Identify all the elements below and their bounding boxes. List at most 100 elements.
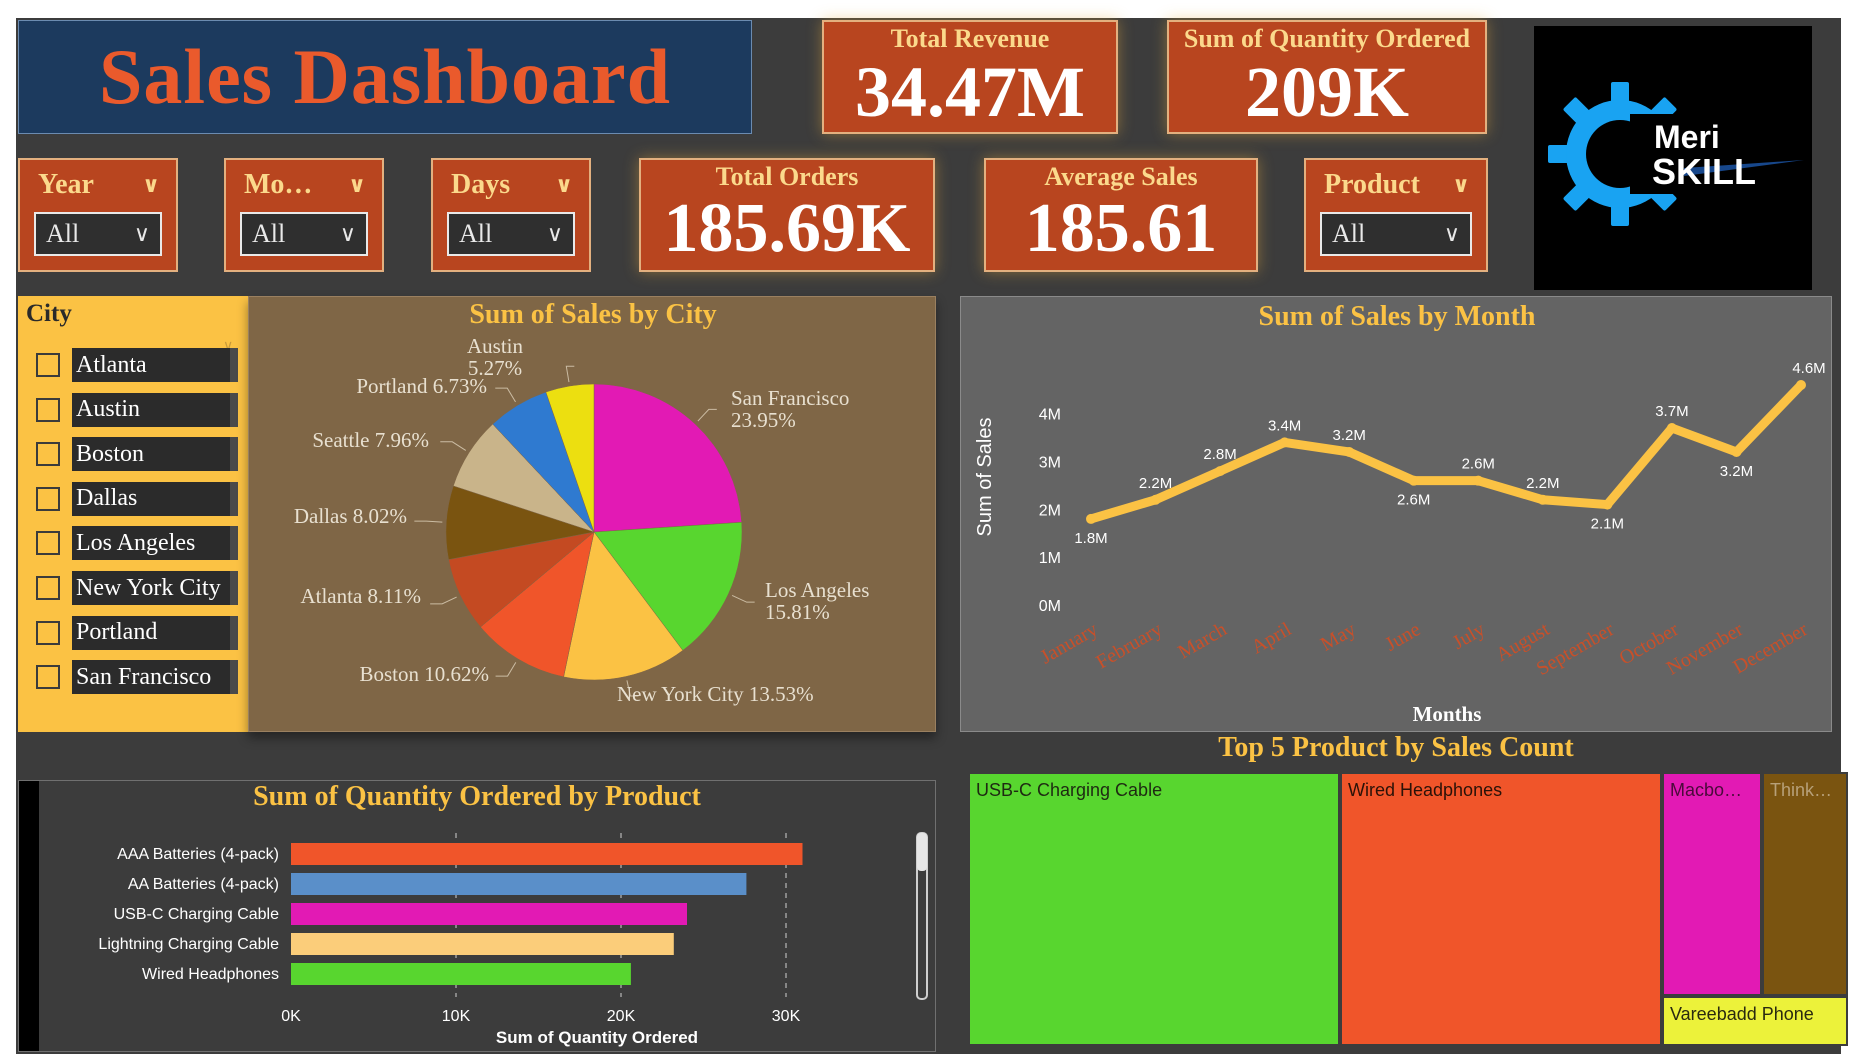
checkbox[interactable] (36, 620, 60, 645)
pie-slice[interactable] (593, 383, 742, 533)
city-option[interactable]: Boston (36, 437, 238, 472)
scrollbar-thumb[interactable] (917, 833, 927, 871)
kpi-value: 185.69K (663, 190, 911, 267)
checkbox[interactable] (36, 442, 60, 467)
treemap-cell[interactable]: Wired Headphones (1340, 772, 1662, 1046)
pie-label-value: 8.02% (353, 504, 407, 528)
treemap-cell[interactable]: Macbo… (1662, 772, 1762, 996)
bar[interactable] (291, 963, 631, 985)
leader-line (440, 441, 467, 451)
checkbox[interactable] (36, 353, 60, 377)
line-point[interactable] (1796, 380, 1806, 390)
year-dropdown[interactable]: All ∨ (34, 212, 162, 256)
city-option[interactable]: Los Angeles (36, 526, 238, 561)
pie-label: Atlanta 8.11% (300, 584, 421, 608)
leader-line (697, 408, 717, 422)
city-option[interactable]: San Francisco (36, 660, 238, 695)
leader-line (430, 596, 457, 605)
kpi-quantity-ordered: Sum of Quantity Ordered 209K (1167, 20, 1487, 134)
checkbox[interactable] (36, 531, 60, 556)
chevron-down-icon[interactable]: ∨ (555, 173, 573, 198)
x-tick-label: March (1174, 618, 1230, 663)
pie-label-name: Dallas (294, 504, 353, 528)
top-products-treemap: USB-C Charging Cable Wired Headphones Macb… (968, 772, 1848, 1046)
logo-line-1: Meri (1654, 119, 1720, 155)
sales-by-city-chart: Sum of Sales by City San Francisco23.95%… (294, 299, 870, 706)
filter-label: Mo… (244, 169, 313, 200)
leader-line (495, 387, 516, 403)
checkbox[interactable] (36, 576, 60, 600)
chevron-down-icon: ∨ (546, 221, 563, 247)
chart-title: Sum of Sales by City (469, 299, 716, 330)
treemap-cell[interactable]: USB-C Charging Cable (968, 772, 1340, 1046)
data-label: 3.2M (1720, 463, 1753, 480)
y-tick-label: Lightning Charging Cable (98, 936, 279, 953)
pie-label-name: Atlanta (300, 584, 367, 608)
filter-days[interactable]: Days ∨ All ∨ (431, 158, 591, 272)
dropdown-value: All (252, 219, 286, 248)
x-tick-label: 0K (281, 1008, 301, 1025)
line-point[interactable] (1408, 475, 1419, 486)
chevron-down-icon[interactable]: ∨ (142, 173, 160, 198)
kpi-label: Total Revenue (890, 24, 1050, 53)
city-option-label: Boston (72, 437, 238, 472)
bar[interactable] (291, 873, 747, 895)
pie-label: San Francisco (731, 386, 849, 410)
checkbox[interactable] (36, 665, 60, 690)
pie-label-value: 10.62% (424, 662, 489, 686)
line-point[interactable] (1150, 494, 1161, 505)
leader-line (495, 662, 517, 677)
bar[interactable] (291, 933, 674, 955)
filter-product[interactable]: Product ∨ All ∨ (1304, 158, 1488, 272)
filter-label: Product (1324, 169, 1420, 200)
pie-label-value: 13.53% (749, 682, 814, 706)
treemap-cell[interactable]: Vareebadd Phone (1662, 996, 1848, 1046)
line-point[interactable] (1731, 446, 1742, 457)
kpi-label: Total Orders (715, 162, 859, 191)
line-point[interactable] (1344, 446, 1355, 457)
checkbox[interactable] (36, 397, 60, 422)
leader-line (731, 595, 755, 603)
x-tick-label: 30K (772, 1008, 801, 1025)
city-option[interactable]: New York City (36, 571, 238, 605)
month-dropdown[interactable]: All ∨ (240, 212, 368, 256)
filter-month[interactable]: Mo… ∨ All ∨ (224, 158, 384, 272)
y-tick-label: 3M (1039, 455, 1061, 472)
city-option[interactable]: Austin (36, 392, 238, 427)
checkbox[interactable] (36, 486, 60, 511)
line-point[interactable] (1666, 423, 1677, 434)
treemap-cell[interactable]: Think… (1762, 772, 1848, 996)
pie-label: Dallas 8.02% (294, 504, 407, 528)
y-tick-label: 4M (1039, 407, 1061, 424)
bar[interactable] (291, 903, 687, 925)
product-dropdown[interactable]: All ∨ (1320, 212, 1472, 256)
x-tick-label: December (1729, 618, 1811, 678)
dropdown-value: All (46, 219, 80, 248)
line-point[interactable] (1086, 513, 1096, 524)
bar[interactable] (291, 843, 803, 865)
days-dropdown[interactable]: All ∨ (447, 212, 575, 256)
chevron-down-icon: ∨ (339, 221, 356, 247)
pie-label: Los Angeles (765, 578, 869, 602)
city-option[interactable]: Atlanta (36, 348, 238, 382)
dropdown-value: All (459, 219, 493, 248)
data-label: 2.6M (1462, 456, 1495, 473)
chevron-down-icon[interactable]: ∨ (348, 173, 366, 198)
kpi-value: 185.61 (1024, 190, 1218, 267)
pie-label-name: Boston (359, 662, 424, 686)
line-point[interactable] (1215, 466, 1226, 477)
filter-year[interactable]: Year ∨ All ∨ (18, 158, 178, 272)
line-point[interactable] (1602, 499, 1613, 510)
city-option[interactable]: Portland (36, 615, 238, 650)
data-label: 4.6M (1792, 360, 1825, 377)
line-point[interactable] (1473, 475, 1484, 486)
line-point[interactable] (1279, 437, 1290, 448)
pie-label-value: 7.96% (375, 428, 429, 452)
pie-label-name: Seattle (312, 428, 374, 452)
city-option-label: New York City (72, 571, 238, 605)
chevron-down-icon[interactable]: ∨ (1452, 173, 1470, 198)
sales-by-month-chart: Sum of Sales by Month Sum of Sales Month… (974, 301, 1826, 726)
city-option[interactable]: Dallas (36, 481, 238, 516)
sales-line[interactable] (1086, 380, 1806, 524)
line-point[interactable] (1537, 494, 1548, 505)
